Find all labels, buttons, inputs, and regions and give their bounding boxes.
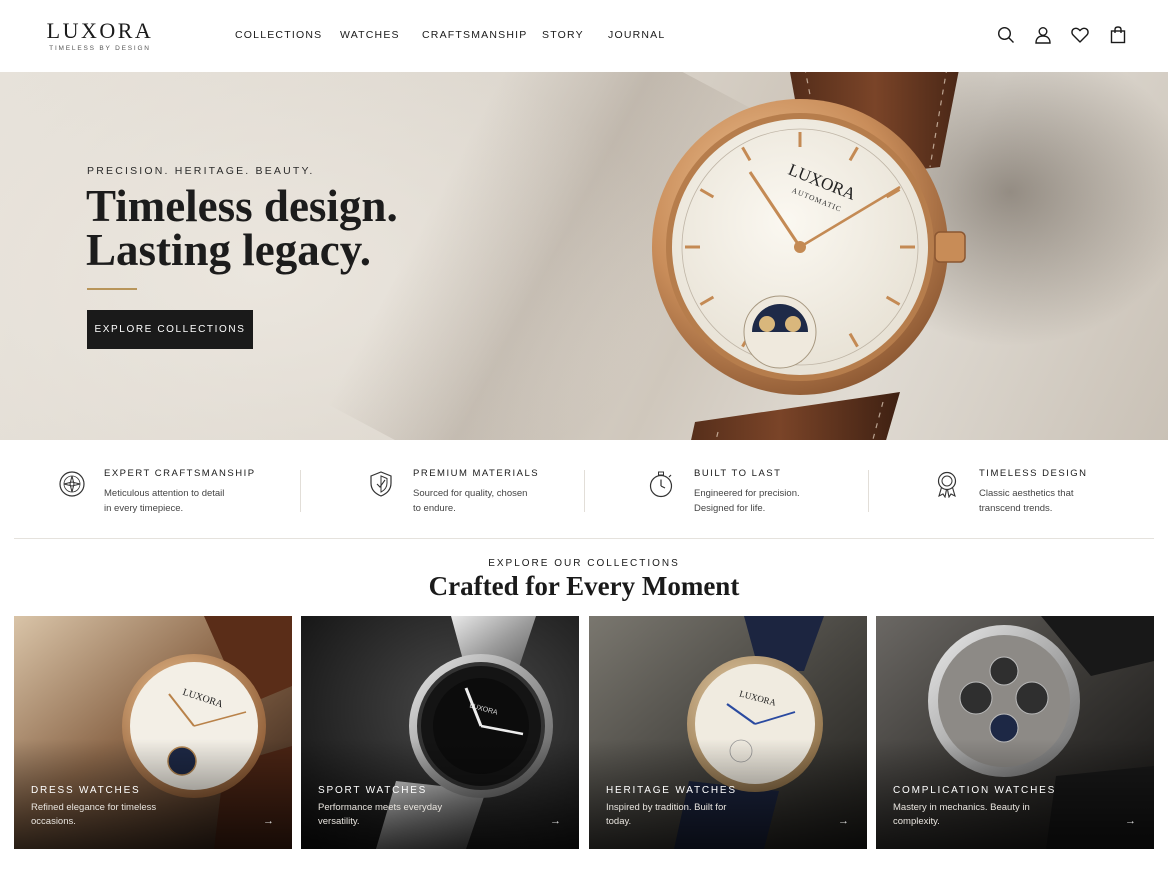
hero-title: Timeless design. Lasting legacy.	[86, 181, 506, 275]
brand-logo[interactable]: LUXORA TIMELESS BY DESIGN	[44, 18, 156, 53]
hero-accent-rule	[87, 288, 137, 290]
card-desc: Inspired by tradition. Built for today.	[606, 802, 727, 827]
card-desc: Mastery in mechanics. Beauty in complexi…	[893, 802, 1030, 827]
feature-divider	[584, 470, 585, 512]
hero-banner: LUXORA AUTOMATIC PRECISION. HERITAGE. BE…	[0, 72, 1168, 440]
collections-title: Crafted for Every Moment	[428, 571, 740, 601]
hero-title-line2: Lasting legacy.	[86, 225, 372, 275]
hero-eyebrow: PRECISION. HERITAGE. BEAUTY.	[87, 165, 315, 177]
nav-link-story[interactable]: STORY	[542, 29, 584, 41]
shield-icon	[367, 470, 395, 498]
feature-desc: Classic aesthetics that transcend trends…	[979, 488, 1074, 514]
nav-link-craftsmanship[interactable]: CRAFTSMANSHIP	[422, 29, 527, 41]
nav-link-collections[interactable]: COLLECTIONS	[235, 29, 322, 41]
nav-link-watches[interactable]: WATCHES	[340, 29, 400, 41]
arrow-right-icon[interactable]: →	[1125, 815, 1136, 827]
brand-name: LUXORA	[46, 18, 154, 43]
feature-desc: Engineered for precision. Designed for l…	[694, 488, 800, 514]
search-icon[interactable]	[996, 25, 1016, 45]
arrow-right-icon[interactable]: →	[550, 815, 561, 827]
shopping-bag-icon[interactable]	[1108, 25, 1128, 45]
card-title: DRESS WATCHES	[31, 785, 141, 796]
feature-title: EXPERT CRAFTSMANSHIP	[104, 468, 256, 479]
account-icon[interactable]	[1033, 25, 1053, 45]
collection-card-complication-watches[interactable]: COMPLICATION WATCHES Mastery in mechanic…	[876, 616, 1154, 849]
feature-divider	[300, 470, 301, 512]
card-title: HERITAGE WATCHES	[606, 785, 737, 796]
hero-title-line1: Timeless design.	[86, 181, 398, 231]
feature-desc: Meticulous attention to detail in every …	[104, 488, 225, 514]
nav-link-journal[interactable]: JOURNAL	[608, 29, 665, 41]
card-desc: Refined elegance for timeless occasions.	[31, 802, 157, 827]
feature-title: PREMIUM MATERIALS	[413, 468, 540, 479]
collection-card-heritage-watches[interactable]: LUXORA HERITAGE WATCHES Inspired by trad…	[589, 616, 867, 849]
card-desc: Performance meets everyday versatility.	[318, 802, 443, 827]
ribbon-award-icon	[933, 470, 961, 498]
section-divider	[14, 538, 1154, 539]
feature-desc: Sourced for quality, chosen to endure.	[413, 488, 528, 514]
explore-collections-button[interactable]: EXPLORE COLLECTIONS	[87, 310, 253, 349]
card-title: SPORT WATCHES	[318, 785, 428, 796]
collection-card-sport-watches[interactable]: LUXORA SPORT WATCHES Performance meets e…	[301, 616, 579, 849]
arrow-right-icon[interactable]: →	[838, 815, 849, 827]
hero-watch-image: LUXORA AUTOMATIC	[652, 72, 966, 440]
compass-icon	[58, 470, 86, 498]
brand-tagline: TIMELESS BY DESIGN	[49, 45, 151, 52]
stopwatch-icon	[647, 470, 675, 498]
feature-divider	[868, 470, 869, 512]
feature-title: TIMELESS DESIGN	[979, 468, 1088, 479]
arrow-right-icon[interactable]: →	[263, 815, 274, 827]
collections-eyebrow: EXPLORE OUR COLLECTIONS	[488, 558, 680, 569]
collection-card-dress-watches[interactable]: LUXORA DRESS WATCHES Refined elegance fo…	[14, 616, 292, 849]
feature-title: BUILT TO LAST	[694, 468, 782, 479]
wishlist-heart-icon[interactable]	[1070, 25, 1090, 45]
site-header: LUXORA TIMELESS BY DESIGN COLLECTIONS WA…	[0, 0, 1168, 72]
card-title: COMPLICATION WATCHES	[893, 785, 1057, 796]
